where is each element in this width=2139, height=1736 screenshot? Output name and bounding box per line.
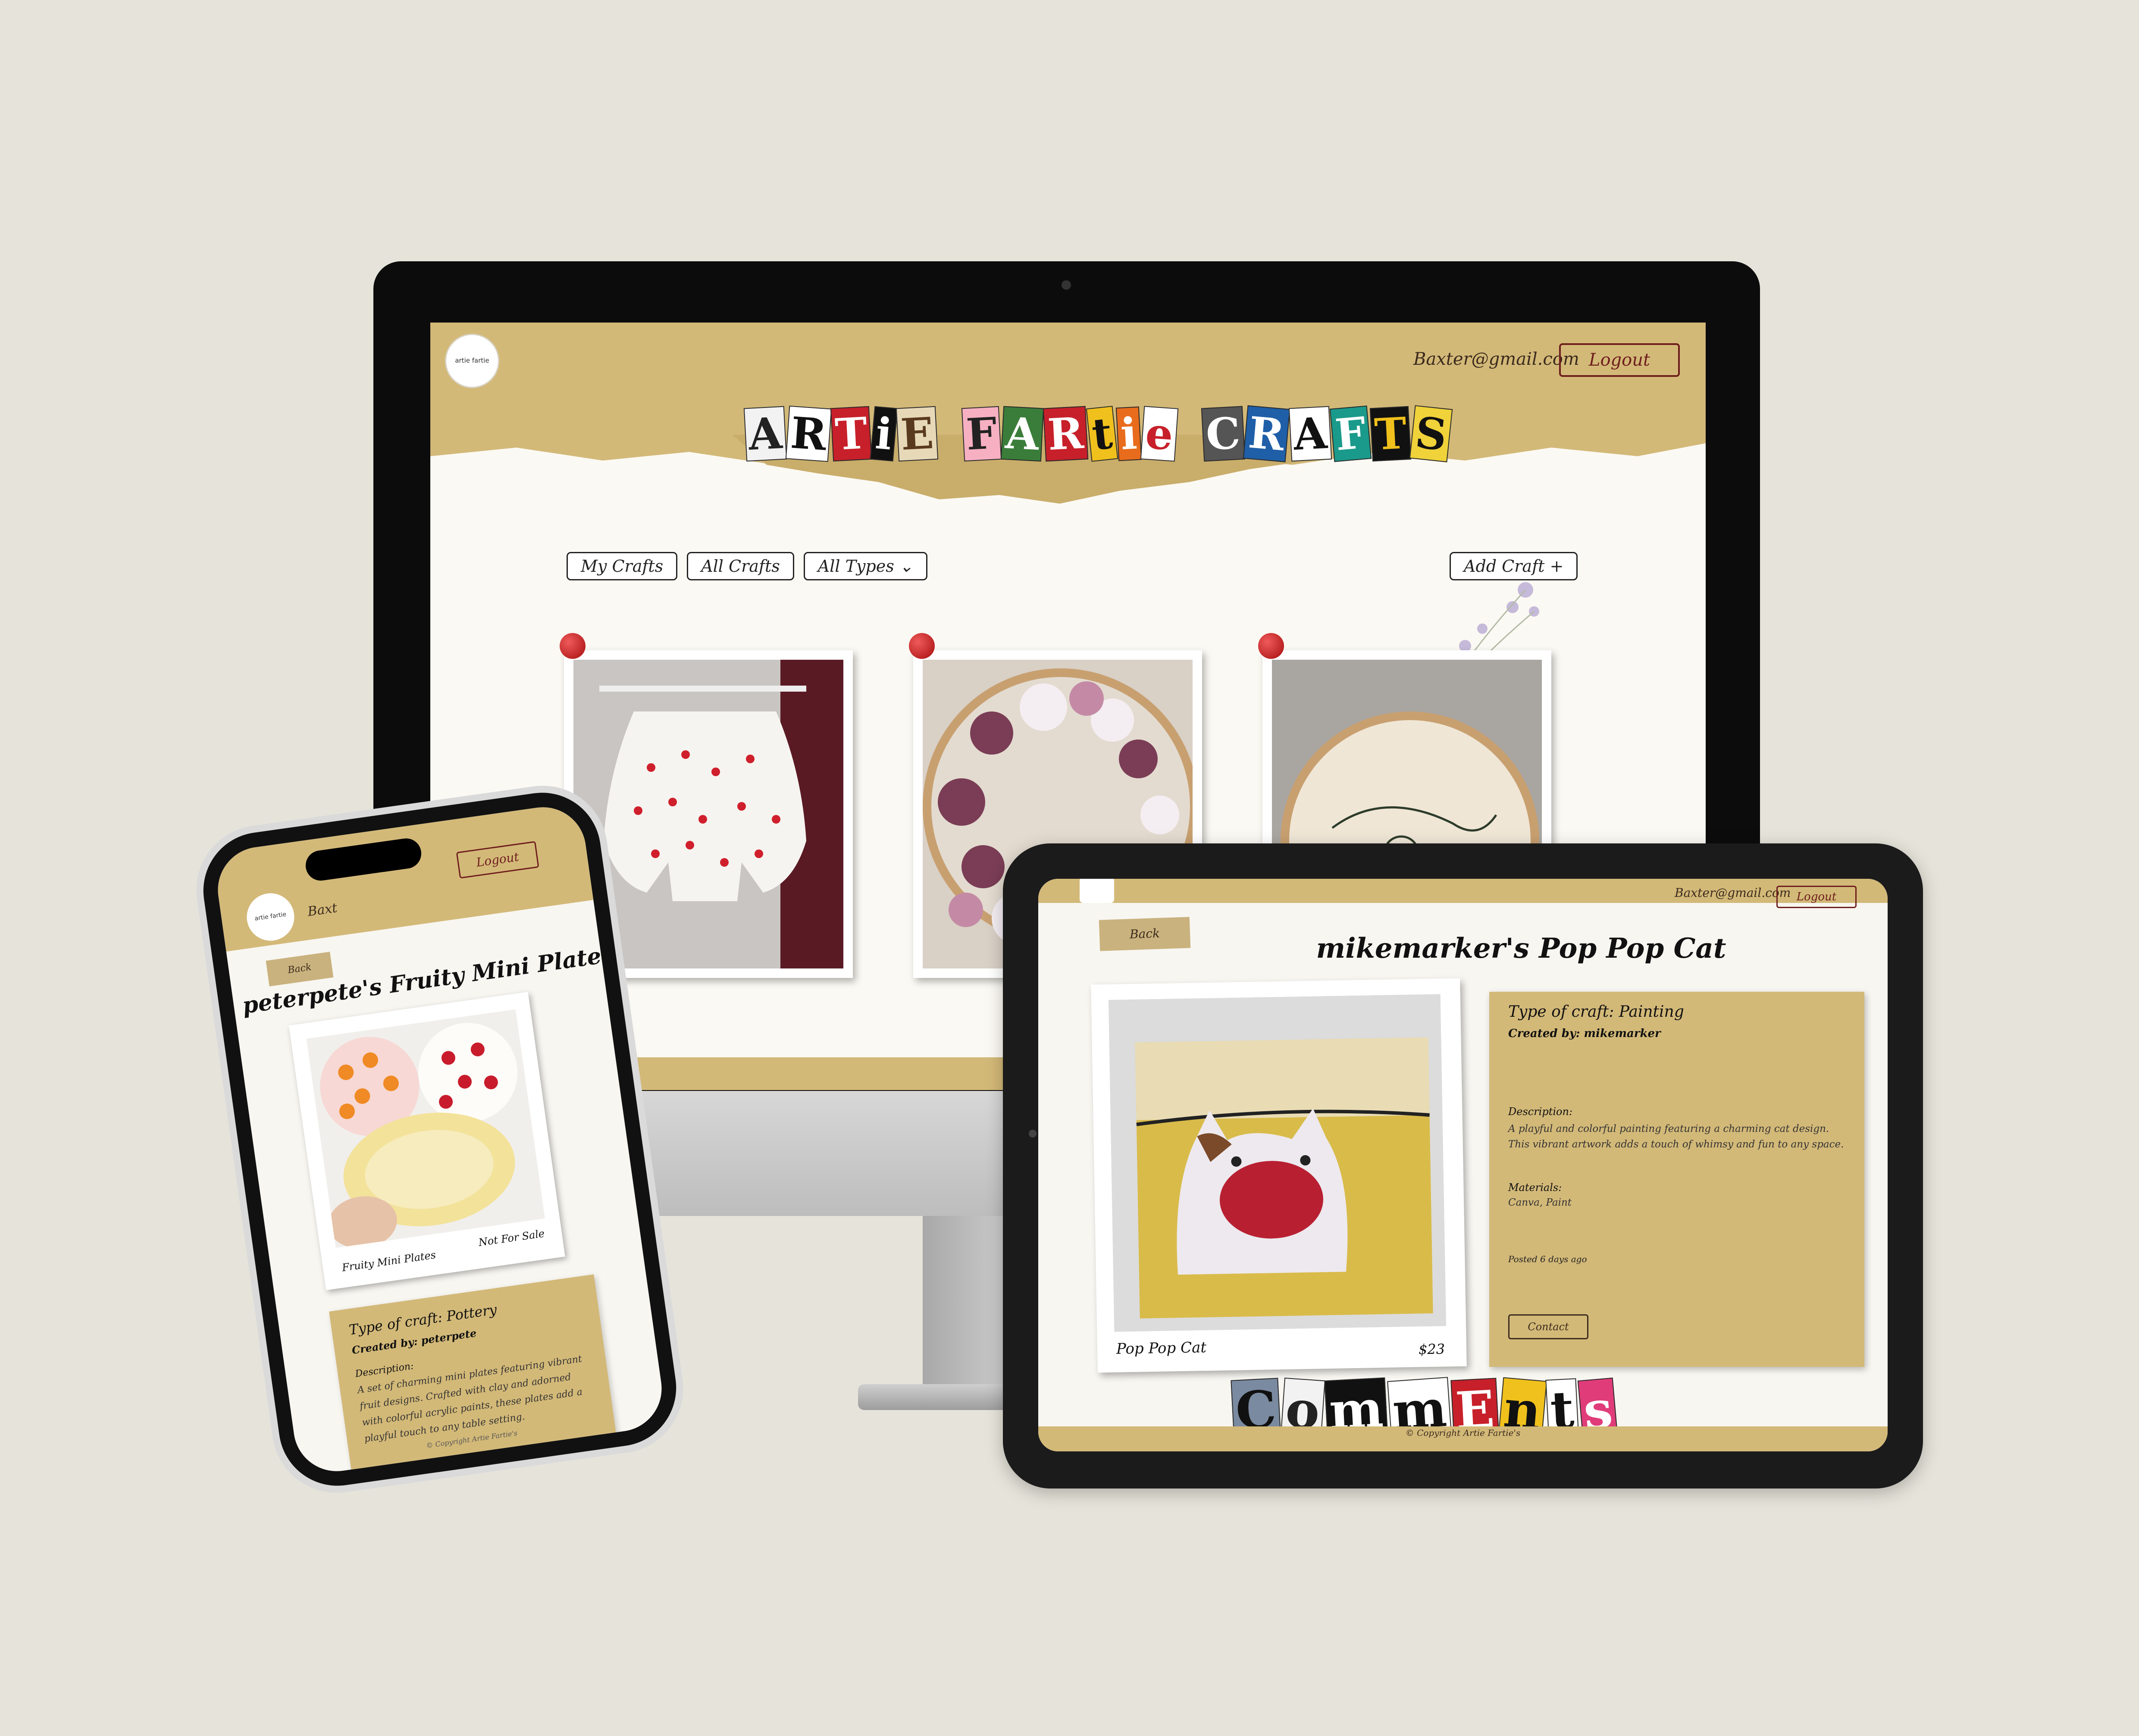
site-logo[interactable]: artie fartie [445,334,499,388]
my-crafts-button[interactable]: My Crafts [567,552,678,580]
craft-photo-card: Pop Pop Cat $23 [1091,978,1467,1373]
craft-type: Type of craft: Painting [1508,1003,1684,1021]
pushpin-icon [909,633,935,659]
posted-time: Posted 6 days ago [1508,1254,1587,1264]
logout-button[interactable]: Logout [1776,886,1857,908]
title-letter: A [743,406,787,462]
pushpin-icon [1258,633,1284,659]
description-label: Description: [1508,1106,1573,1118]
description-text: A playful and colorful painting featurin… [1508,1123,1844,1150]
all-types-select[interactable]: All Types ⌄ [803,552,927,580]
all-types-label: All Types [817,557,894,576]
tablet-device: Baxter@gmail.com Logout Back mikemarker'… [1003,843,1923,1488]
back-button[interactable]: Back [1099,917,1191,951]
craft-info-panel: Type of craft: Painting Created by: mike… [1489,992,1864,1367]
user-email: Baxter@gmail.com [1413,349,1579,369]
title-letter: R [1243,405,1290,463]
logo-text: artie fartie [455,357,489,364]
site-logo[interactable] [1080,879,1114,903]
user-email: Baxter@gmail.com [1675,886,1791,900]
title-letter: F [1329,405,1372,462]
footer-copyright: © Copyright Artie Fartie's [1038,1426,1888,1451]
tablet-screen: Baxter@gmail.com Logout Back mikemarker'… [1038,879,1888,1451]
title-letter: S [1409,405,1453,463]
price-label: $23 [1418,1341,1445,1358]
photo-caption: Pop Pop Cat [1116,1338,1207,1358]
title-letter: F [961,406,1002,462]
title-letter: C [1201,406,1245,462]
webcam [1062,280,1071,290]
page-title: mikemarker's Pop Pop Cat [1316,932,1726,965]
all-crafts-button[interactable]: All Crafts [687,552,794,580]
title-letter: A [1001,406,1044,462]
pushpin-icon [560,633,586,659]
photo-caption: Fruity Mini Plates [341,1249,437,1274]
materials-label: Materials: [1508,1181,1562,1194]
materials-text: Canva, Paint [1508,1197,1572,1208]
title-letter: E [896,406,939,462]
title-letter: T [830,406,872,462]
logout-button[interactable]: Logout [1559,343,1680,377]
fruity-plates-photo [306,1009,545,1248]
chevron-down-icon: ⌄ [899,557,913,576]
created-by: Created by: mikemarker [1508,1027,1661,1040]
title-letter: e [1140,406,1179,462]
title-space [937,407,962,460]
title-letter: t [1086,406,1118,462]
title-space [1177,407,1202,460]
cat-painting-photo [1108,994,1447,1332]
site-title: A R T i E F A R t i e C R A F T S [743,405,1453,472]
contact-button[interactable]: Contact [1508,1314,1588,1339]
sale-status: Not For Sale [478,1227,545,1249]
filter-toolbar: My Crafts All Crafts All Types ⌄ [567,552,927,580]
title-letter: T [1370,406,1412,462]
tablet-camera [1029,1130,1037,1137]
title-letter: A [1288,406,1332,462]
title-letter: i [870,406,898,462]
craft-photo-card: Fruity Mini Plates Not For Sale [288,992,565,1291]
title-letter: i [1116,406,1142,461]
title-letter: R [1043,406,1089,462]
title-letter: R [785,405,832,462]
